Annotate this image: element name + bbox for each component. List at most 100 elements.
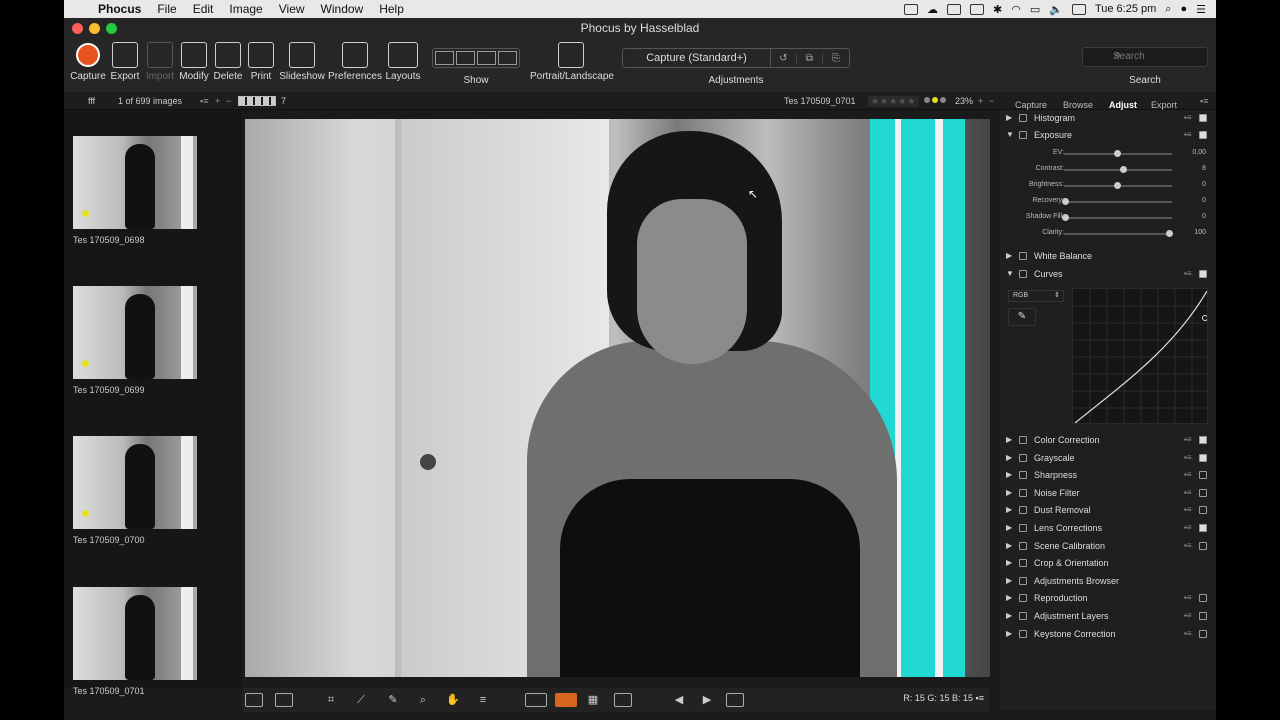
menu-image[interactable]: Image xyxy=(221,0,270,18)
display-icon[interactable] xyxy=(904,3,918,15)
tool-enable-checkbox[interactable] xyxy=(1199,453,1207,462)
tool-white-balance[interactable]: ▶ White Balance xyxy=(1000,248,1216,264)
zoom-out-thumbs-icon[interactable]: − xyxy=(226,96,231,106)
tool-enable-checkbox[interactable] xyxy=(1199,541,1207,550)
tool-menu-icon[interactable]: ▪≡ xyxy=(1184,485,1192,501)
menu-help[interactable]: Help xyxy=(371,0,412,18)
tool-grayscale[interactable]: ▶ Grayscale ▪≡ xyxy=(1000,450,1216,466)
expand-arrow-icon[interactable]: ▶ xyxy=(1006,573,1012,589)
tool-menu-icon[interactable]: ▪≡ xyxy=(1184,538,1192,554)
color-tags[interactable] xyxy=(924,97,950,105)
tool-scene-calibration[interactable]: ▶ Scene Calibration ▪≡ xyxy=(1000,538,1216,554)
slider-track[interactable] xyxy=(1064,169,1172,171)
tool-enable-checkbox[interactable] xyxy=(1199,270,1207,278)
menu-edit[interactable]: Edit xyxy=(185,0,222,18)
show-selector[interactable] xyxy=(432,48,520,68)
tool-menu-icon[interactable]: ▪≡ xyxy=(1184,467,1192,483)
tool-menu-icon[interactable]: ▪≡ xyxy=(1184,110,1192,126)
show-mode-2[interactable] xyxy=(456,51,475,65)
portrait-landscape-button[interactable]: Portrait/Landscape xyxy=(530,42,614,82)
tool-sharpness[interactable]: ▶ Sharpness ▪≡ xyxy=(1000,467,1216,483)
tool-reproduction[interactable]: ▶ Reproduction ▪≡ xyxy=(1000,590,1216,606)
focus-mask-icon[interactable] xyxy=(614,693,632,707)
exposure-slider[interactable]: Brightness: 0 xyxy=(1000,179,1216,193)
airplay-icon[interactable]: ▭ xyxy=(1030,3,1040,16)
collapse-arrow-icon[interactable]: ▼ xyxy=(1006,266,1014,282)
tool-enable-checkbox[interactable] xyxy=(1199,436,1207,444)
tag-dot-yellow[interactable] xyxy=(932,97,938,103)
adjustments-preset[interactable]: Capture (Standard+) ↺ ⧉ ⎘ xyxy=(622,48,850,68)
volume-icon[interactable]: 🔈 xyxy=(1049,3,1063,16)
search-input[interactable]: Search xyxy=(1082,47,1208,67)
bluetooth-icon[interactable]: ✱ xyxy=(993,3,1002,16)
copy-adjustments-icon[interactable]: ⧉ xyxy=(797,52,823,64)
slider-track[interactable] xyxy=(1064,217,1172,219)
slider-thumb[interactable] xyxy=(1062,198,1069,205)
tool-enable-checkbox[interactable] xyxy=(1199,131,1207,139)
curve-channel-select[interactable]: RGB ⇕ xyxy=(1008,290,1064,302)
thumbnail-image[interactable] xyxy=(73,587,197,680)
tool-menu-icon[interactable]: ▪≡ xyxy=(1184,590,1192,606)
thumbnail-image[interactable] xyxy=(73,286,197,379)
thumbnail-image[interactable] xyxy=(73,436,197,529)
tool-menu-icon[interactable]: ▪≡ xyxy=(1184,608,1192,624)
main-photo[interactable]: ↖ xyxy=(245,119,990,677)
tool-noise-filter[interactable]: ▶ Noise Filter ▪≡ xyxy=(1000,485,1216,501)
tool-menu-icon[interactable]: ▪≡ xyxy=(1184,127,1192,143)
slider-thumb[interactable] xyxy=(1166,230,1173,237)
tool-crop-orientation[interactable]: ▶ Crop & Orientation xyxy=(1000,555,1216,571)
folder-name[interactable]: fff xyxy=(88,96,95,106)
tool-lens-corrections[interactable]: ▶ Lens Corrections ▪≡ xyxy=(1000,520,1216,536)
expand-arrow-icon[interactable]: ▶ xyxy=(1006,467,1012,483)
slideshow-button[interactable]: Slideshow xyxy=(278,42,326,82)
image-viewer[interactable]: ↖ xyxy=(242,110,990,688)
expand-arrow-icon[interactable]: ▶ xyxy=(1006,450,1012,466)
tool-adjustments-browser[interactable]: ▶ Adjustments Browser xyxy=(1000,573,1216,589)
tool-keystone-correction[interactable]: ▶ Keystone Correction ▪≡ xyxy=(1000,626,1216,642)
tool-enable-checkbox[interactable] xyxy=(1199,114,1207,122)
tool-menu-icon[interactable]: ▪≡ xyxy=(1184,626,1192,642)
tool-exposure[interactable]: ▼ Exposure ▪≡ xyxy=(1000,127,1216,143)
collapse-arrow-icon[interactable]: ▼ xyxy=(1006,127,1014,143)
slider-track[interactable] xyxy=(1064,233,1172,235)
window-icon[interactable] xyxy=(947,3,961,15)
tool-enable-checkbox[interactable] xyxy=(1199,612,1207,620)
slider-thumb[interactable] xyxy=(1120,166,1128,173)
menu-file[interactable]: File xyxy=(149,0,184,18)
tool-menu-icon[interactable]: ▪≡ xyxy=(1184,502,1192,518)
single-view-icon[interactable] xyxy=(275,693,293,707)
preferences-button[interactable]: Preferences xyxy=(328,42,382,82)
exposure-slider[interactable]: Recovery: 0 xyxy=(1000,195,1216,209)
curve-eyedropper-button[interactable]: ✎ xyxy=(1008,308,1036,326)
tool-curves[interactable]: ▼ Curves ▪≡ xyxy=(1000,266,1216,282)
delete-button[interactable]: Delete xyxy=(213,42,243,82)
preset-name[interactable]: Capture (Standard+) xyxy=(623,49,771,67)
exposure-slider[interactable]: Contrast: 8 xyxy=(1000,163,1216,177)
expand-arrow-icon[interactable]: ▶ xyxy=(1006,555,1012,571)
tool-enable-checkbox[interactable] xyxy=(1199,629,1207,638)
print-button[interactable]: Print xyxy=(247,42,275,82)
expand-arrow-icon[interactable]: ▶ xyxy=(1006,485,1012,501)
expand-arrow-icon[interactable]: ▶ xyxy=(1006,626,1012,642)
expand-arrow-icon[interactable]: ▶ xyxy=(1006,608,1012,624)
crop-tool-icon[interactable]: ⌗ xyxy=(322,693,340,707)
slider-track[interactable] xyxy=(1064,201,1172,203)
import-button[interactable]: Import xyxy=(144,42,176,82)
zoom-tool-icon[interactable]: ⌕ xyxy=(414,693,432,707)
slider-value[interactable]: 100 xyxy=(1180,229,1206,236)
expand-arrow-icon[interactable]: ▶ xyxy=(1006,520,1012,536)
eyedropper-tool-icon[interactable]: ✎ xyxy=(384,693,402,707)
readout-menu-icon[interactable]: ▪≡ xyxy=(976,693,984,703)
exposure-slider[interactable]: EV: 0,00 xyxy=(1000,147,1216,161)
tool-dust-removal[interactable]: ▶ Dust Removal ▪≡ xyxy=(1000,502,1216,518)
thumb-size-selector[interactable] xyxy=(238,96,276,106)
battery-icon[interactable] xyxy=(1071,3,1086,15)
exposure-slider[interactable]: Clarity: 100 xyxy=(1000,227,1216,241)
thumbnail-item[interactable]: Tes 170509_0698 xyxy=(73,136,197,245)
tool-menu-icon[interactable]: ▪≡ xyxy=(1184,266,1192,282)
hand-tool-icon[interactable]: ✋ xyxy=(444,693,462,707)
tool-enable-checkbox[interactable] xyxy=(1199,506,1207,515)
curves-graph[interactable] xyxy=(1072,288,1208,424)
expand-arrow-icon[interactable]: ▶ xyxy=(1006,110,1012,126)
tool-enable-checkbox[interactable] xyxy=(1199,524,1207,532)
